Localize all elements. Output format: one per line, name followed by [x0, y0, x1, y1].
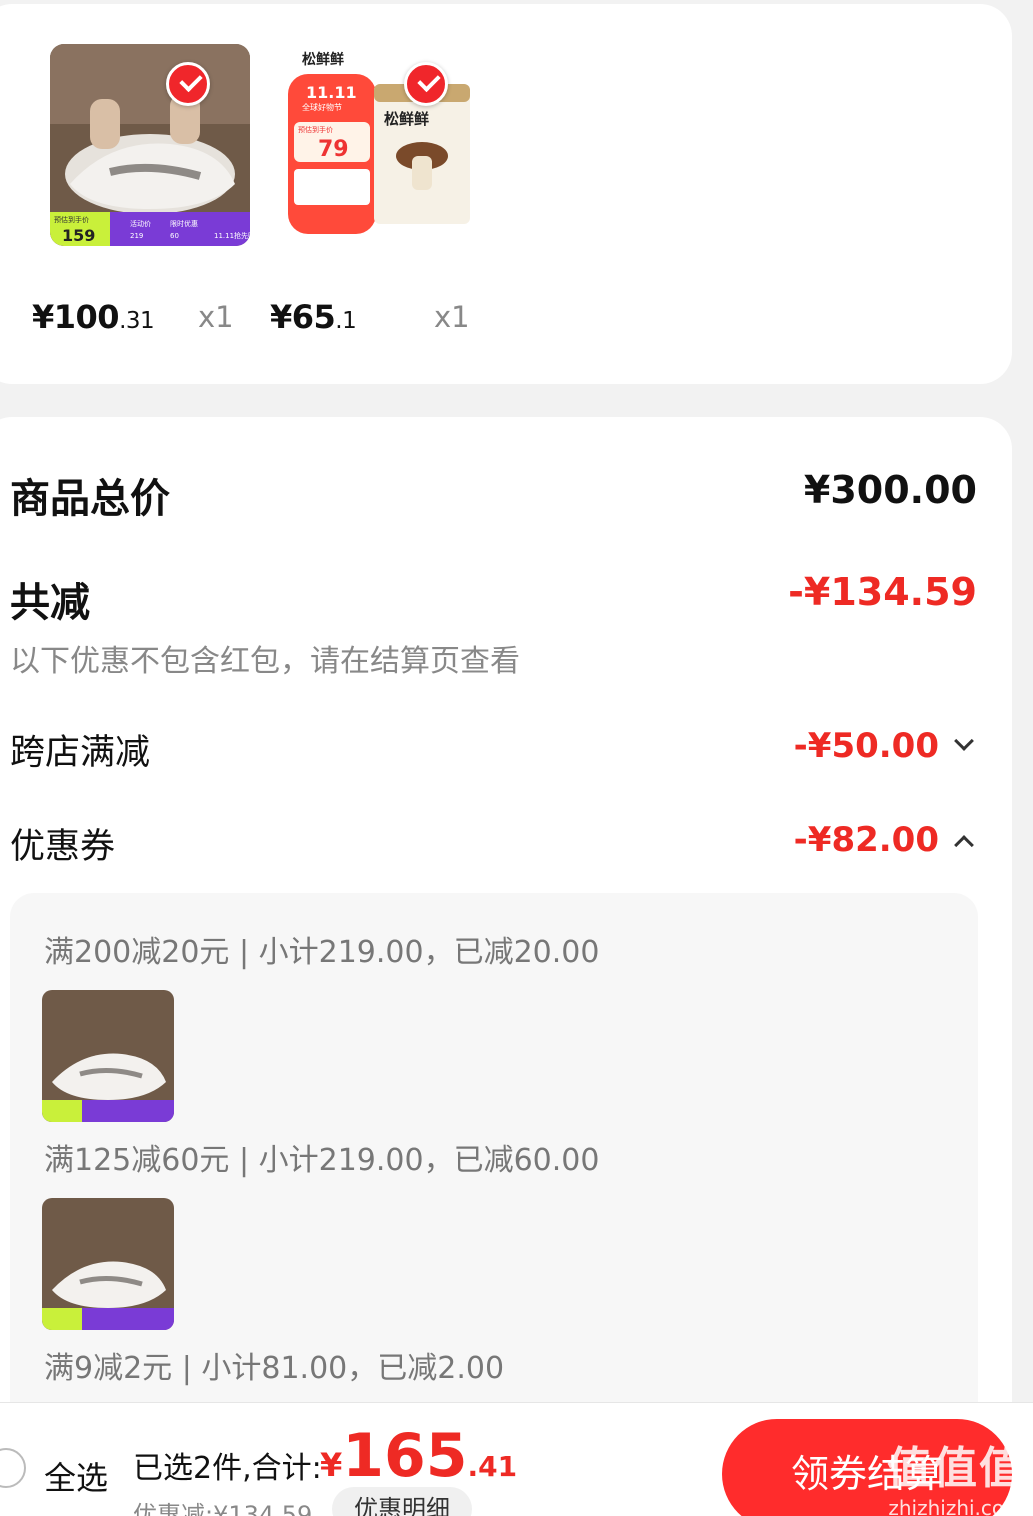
saved-label: 共减: [10, 580, 90, 626]
product-qty-mushroom: x1: [434, 300, 470, 334]
product-price-mushroom: ¥65.1: [270, 298, 357, 336]
total-amount: ¥165.41: [320, 1421, 518, 1491]
checkout-bar: 全选 已选2件,合计: ¥165.41 优惠减:¥134.59 优惠明细 领券结…: [0, 1402, 1033, 1516]
sneaker-image: 预估到手价 159 活动价 219 限时优惠 60 11.11抢先购: [50, 44, 250, 246]
product-price-sneaker: ¥100.31: [32, 298, 155, 336]
discount-note: 以下优惠不包含红包，请在结算页查看: [10, 644, 520, 679]
coupon-rule: 满200减20元 | 小计219.00，已减20.00: [44, 935, 600, 970]
product-image-sneaker[interactable]: 预估到手价 159 活动价 219 限时优惠 60 11.11抢先购: [50, 44, 250, 246]
thumb-brand-bag: 松鲜鲜: [384, 110, 429, 128]
thumb-pre-label: 预估到手价: [54, 215, 89, 224]
watermark: 值值值 zhizhizhi.com: [887, 1443, 1025, 1516]
thumb-text2: 活动价: [130, 219, 151, 228]
thumb-text4: 11.11抢先购: [214, 231, 250, 240]
cross-store-value[interactable]: -¥50.00: [794, 726, 939, 766]
saved-value: -¥134.59: [788, 570, 977, 614]
coupon-product-thumb: [42, 990, 174, 1122]
coupon-rule: 满9减2元 | 小计81.00，已减2.00: [44, 1351, 505, 1386]
total-value: ¥300.00: [803, 468, 977, 512]
product-qty-sneaker: x1: [198, 300, 234, 334]
thumb-price2: 79: [318, 137, 349, 162]
thumb-v2: 219: [130, 232, 143, 240]
discount-total: 优惠减:¥134.59: [133, 1501, 313, 1516]
thumb-sub: 全球好物节: [302, 102, 342, 112]
total-label: 商品总价: [10, 476, 170, 522]
coupon-label[interactable]: 优惠券: [10, 818, 115, 869]
thumb-price: 159: [62, 226, 95, 245]
thumb-pre-label2: 预估到手价: [298, 125, 333, 134]
selected-check-icon[interactable]: [404, 62, 448, 106]
selected-check-icon[interactable]: [166, 62, 210, 106]
select-all-label[interactable]: 全选: [44, 1453, 108, 1499]
thumb-event: 11.11: [306, 83, 357, 102]
thumb-text3: 限时优惠: [170, 219, 198, 228]
discount-detail-button[interactable]: 优惠明细: [332, 1487, 472, 1516]
coupon-product-thumb: [42, 1198, 174, 1330]
mushroom-seasoning-image: 松鲜鲜 11.11 全球好物节 预估到手价 79 松鲜鲜: [288, 44, 478, 246]
select-all-radio[interactable]: [0, 1448, 26, 1488]
selected-summary: 已选2件,合计:: [133, 1451, 322, 1486]
coupon-rule: 满125减60元 | 小计219.00，已减60.00: [44, 1143, 600, 1178]
cross-store-label[interactable]: 跨店满减: [10, 724, 150, 775]
product-image-mushroom[interactable]: 松鲜鲜 11.11 全球好物节 预估到手价 79 松鲜鲜: [288, 44, 478, 246]
thumb-v3: 60: [170, 232, 179, 240]
thumb-brand: 松鲜鲜: [302, 51, 344, 68]
coupon-value[interactable]: -¥82.00: [794, 820, 939, 860]
